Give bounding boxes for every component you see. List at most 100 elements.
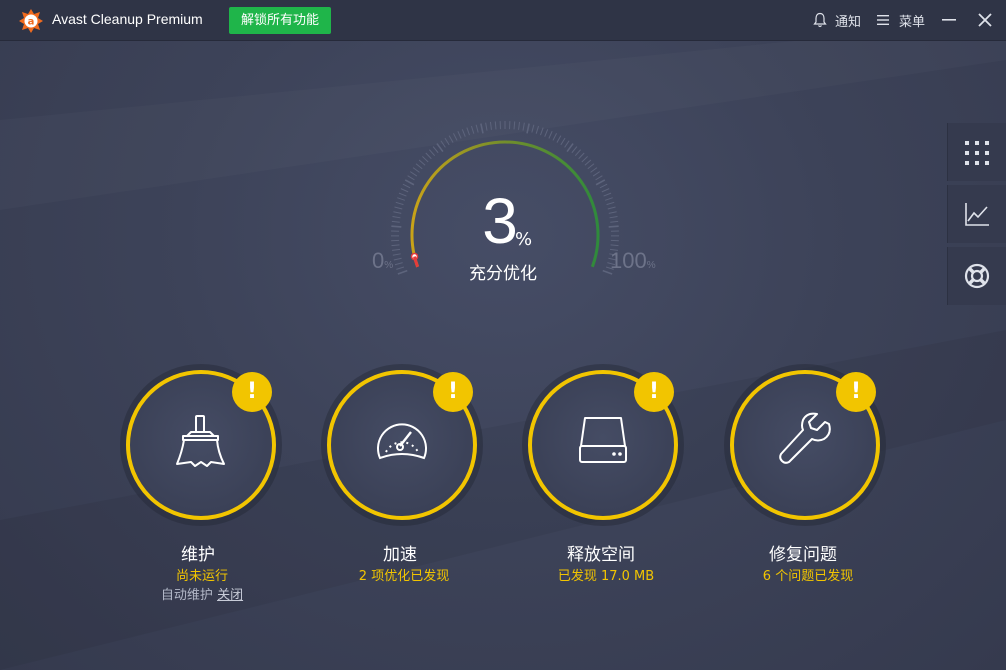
- gauge-tick: [540, 127, 544, 136]
- speedometer-icon: [377, 423, 427, 460]
- gauge-tick: [470, 125, 475, 134]
- gauge-tick: [429, 149, 436, 157]
- card-maintenance[interactable]: !: [126, 370, 276, 520]
- minimize-icon[interactable]: [942, 19, 956, 22]
- menu-icon[interactable]: [877, 14, 889, 26]
- grid-icon: [965, 141, 989, 165]
- gauge-tick: [402, 183, 411, 189]
- gauge-unit: %: [515, 229, 533, 250]
- gauge-tick: [400, 188, 409, 193]
- card-speedup[interactable]: !: [327, 370, 477, 520]
- gauge-tick: [587, 163, 595, 170]
- gauge-tick: [412, 167, 420, 173]
- broom-icon: [176, 415, 225, 467]
- disk-icon: [579, 417, 627, 463]
- warning-badge: !: [634, 372, 674, 412]
- gauge-tick: [601, 188, 610, 193]
- card-fix-problems-status: 6 个问题已发现: [762, 569, 854, 584]
- card-fix-problems-title: 修复问题: [769, 545, 837, 565]
- gauge-tick: [489, 121, 492, 130]
- gauge-tick: [409, 171, 418, 177]
- gauge-max-label: 100%: [610, 248, 656, 273]
- bell-icon[interactable]: [813, 12, 827, 28]
- gauge-tick: [396, 266, 405, 270]
- gauge-tick: [444, 137, 450, 146]
- gauge-tick: [544, 129, 549, 137]
- card-speedup-status: 2 项优化已发现: [358, 569, 450, 584]
- gauge-tick: [397, 197, 406, 201]
- gauge-tick: [392, 216, 401, 219]
- gauge-tick: [432, 146, 439, 154]
- gauge-tick: [436, 143, 444, 153]
- gauge-tick: [485, 122, 488, 131]
- gauge-tick: [394, 262, 403, 266]
- close-icon[interactable]: [978, 13, 992, 27]
- gauge-tick: [494, 121, 497, 130]
- gauge-tick: [607, 206, 616, 210]
- gauge-tick: [526, 123, 530, 134]
- unlock-features-button[interactable]: 解锁所有功能: [229, 7, 331, 34]
- gauge-tick: [556, 135, 562, 143]
- auto-maintenance-label: 自动维护: [160, 588, 213, 603]
- gauge-min-label: 0%: [372, 248, 394, 273]
- gauge-tick: [595, 175, 603, 181]
- gauge-tick: [457, 131, 462, 139]
- auto-maintenance-toggle-link[interactable]: 关闭: [217, 588, 243, 603]
- gauge-tick: [564, 140, 570, 148]
- gauge-tick: [609, 216, 618, 219]
- gauge-tick: [448, 135, 454, 143]
- gauge-tick: [407, 175, 415, 181]
- wrench-icon: [779, 412, 831, 464]
- gauge-tick: [606, 201, 615, 206]
- card-free-space[interactable]: !: [528, 370, 678, 520]
- title-bar: a Avast Cleanup Premium 解锁所有功能 通知 菜单: [0, 0, 1006, 41]
- gauge-tick: [415, 163, 423, 170]
- gauge-tick: [422, 156, 429, 163]
- notifications-button[interactable]: 通知: [835, 11, 861, 30]
- gauge-tick: [560, 137, 566, 146]
- gauge-tick: [393, 257, 402, 261]
- gauge-tick: [595, 179, 606, 186]
- gauge-tick: [391, 248, 401, 251]
- gauge-tick: [608, 225, 619, 228]
- side-chart-button[interactable]: [947, 185, 1006, 243]
- gauge-status: 充分优化: [469, 264, 537, 284]
- gauge-tick: [522, 122, 525, 131]
- gauge-tick: [531, 124, 535, 133]
- gauge-tick: [440, 140, 446, 148]
- card-free-space-title: 释放空间: [567, 545, 635, 565]
- gauge-tick: [452, 133, 458, 141]
- gauge-tick: [425, 152, 432, 160]
- card-free-space-status: 已发现 17.0 MB: [557, 569, 655, 584]
- gauge-tick: [590, 167, 598, 173]
- gauge-tick: [418, 159, 426, 166]
- gauge-tick: [391, 225, 402, 228]
- gauge-tick: [603, 192, 612, 197]
- gauge-tick: [398, 192, 407, 197]
- gauge-tick: [548, 131, 553, 139]
- gauge-tick: [578, 152, 585, 160]
- lifebuoy-icon: [964, 263, 990, 289]
- gauge-tick: [571, 146, 578, 154]
- gauge-tick: [466, 127, 470, 136]
- warning-badge: !: [232, 372, 272, 412]
- side-help-button[interactable]: [947, 247, 1006, 305]
- gauge-tick: [461, 129, 466, 137]
- gauge-tick: [518, 121, 521, 130]
- side-grid-button[interactable]: [947, 123, 1006, 181]
- gauge-tick: [604, 197, 613, 201]
- gauge-tick: [608, 211, 617, 214]
- gauge-tick: [395, 201, 404, 206]
- gauge-tick: [552, 133, 558, 141]
- gauge-tick: [475, 124, 479, 133]
- card-speedup-title: 加速: [383, 545, 417, 565]
- auto-maintenance-row: 自动维护 关闭: [112, 584, 292, 603]
- gauge-tick: [574, 149, 581, 157]
- card-fix-problems[interactable]: !: [730, 370, 880, 520]
- app-window: a Avast Cleanup Premium 解锁所有功能 通知 菜单 0% …: [0, 0, 1006, 670]
- gauge-tick: [566, 143, 574, 153]
- gauge-tick: [592, 171, 601, 177]
- gauge-tick: [584, 159, 592, 166]
- menu-button[interactable]: 菜单: [899, 11, 925, 30]
- gauge-tick: [391, 244, 400, 247]
